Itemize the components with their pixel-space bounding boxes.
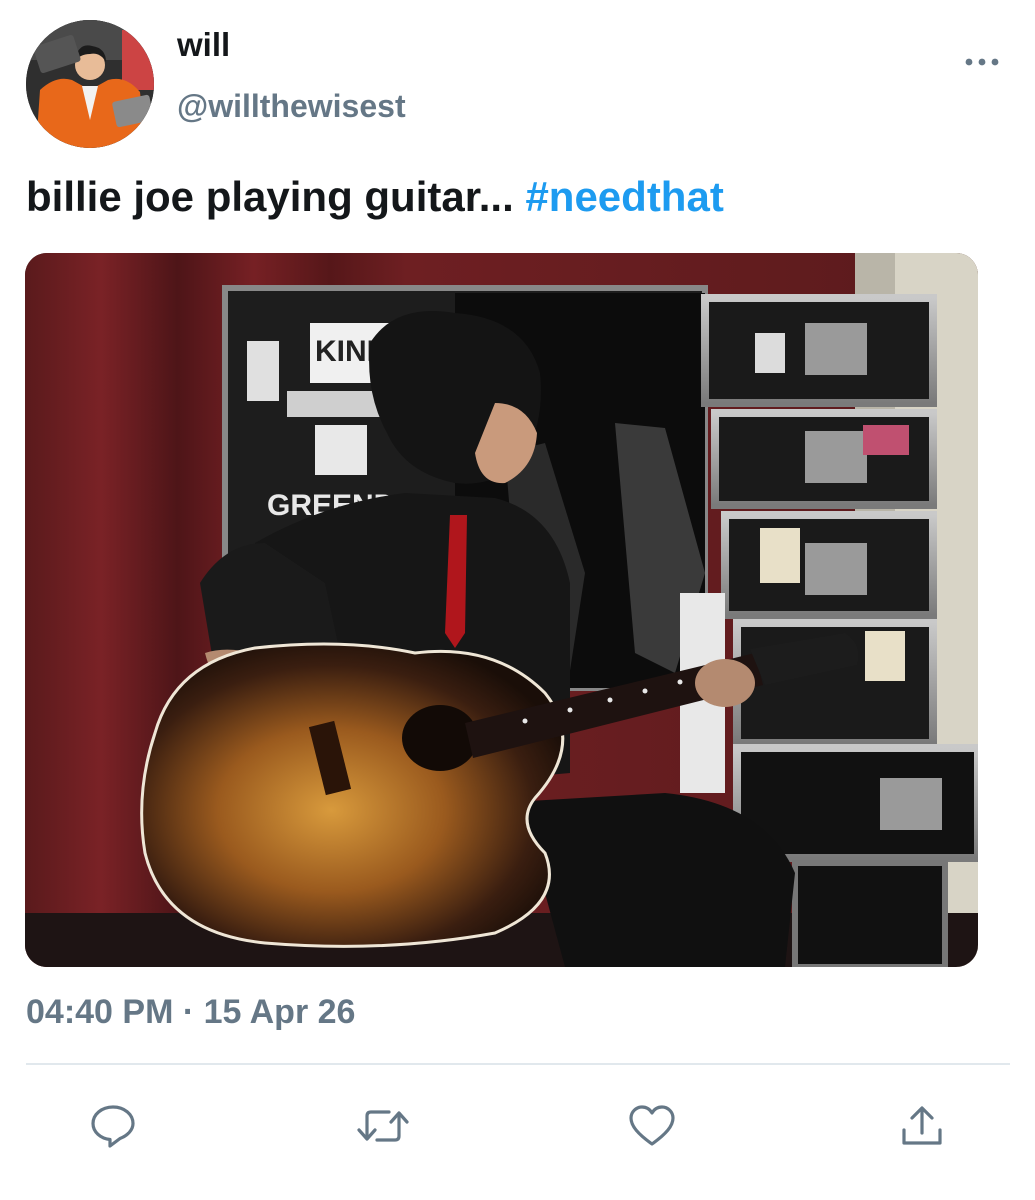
tweet-text: billie joe playing guitar... #needthat bbox=[26, 173, 724, 220]
hashtag-link[interactable]: #needthat bbox=[525, 173, 723, 220]
reply-icon bbox=[91, 1105, 135, 1148]
heart-icon bbox=[629, 1105, 675, 1146]
retweet-button[interactable] bbox=[355, 1098, 411, 1154]
share-icon bbox=[902, 1106, 942, 1145]
tweet-timestamp[interactable]: 04:40 PM · 15 Apr 26 bbox=[26, 993, 355, 1031]
reply-button[interactable] bbox=[85, 1098, 141, 1154]
divider bbox=[26, 1063, 1010, 1065]
more-options-button[interactable] bbox=[960, 48, 1004, 76]
more-dots-icon bbox=[965, 58, 999, 66]
photo-image: KINK GREEND bbox=[25, 253, 978, 967]
tweet-body: billie joe playing guitar... bbox=[26, 173, 526, 220]
avatar[interactable] bbox=[26, 20, 154, 148]
share-button[interactable] bbox=[894, 1098, 950, 1154]
display-name[interactable]: will bbox=[177, 28, 230, 61]
avatar-image bbox=[26, 20, 154, 148]
retweet-icon bbox=[357, 1110, 409, 1142]
user-handle[interactable]: @willthewisest bbox=[177, 90, 406, 122]
like-button[interactable] bbox=[624, 1098, 680, 1154]
tweet-photo[interactable]: KINK GREEND bbox=[25, 253, 978, 967]
